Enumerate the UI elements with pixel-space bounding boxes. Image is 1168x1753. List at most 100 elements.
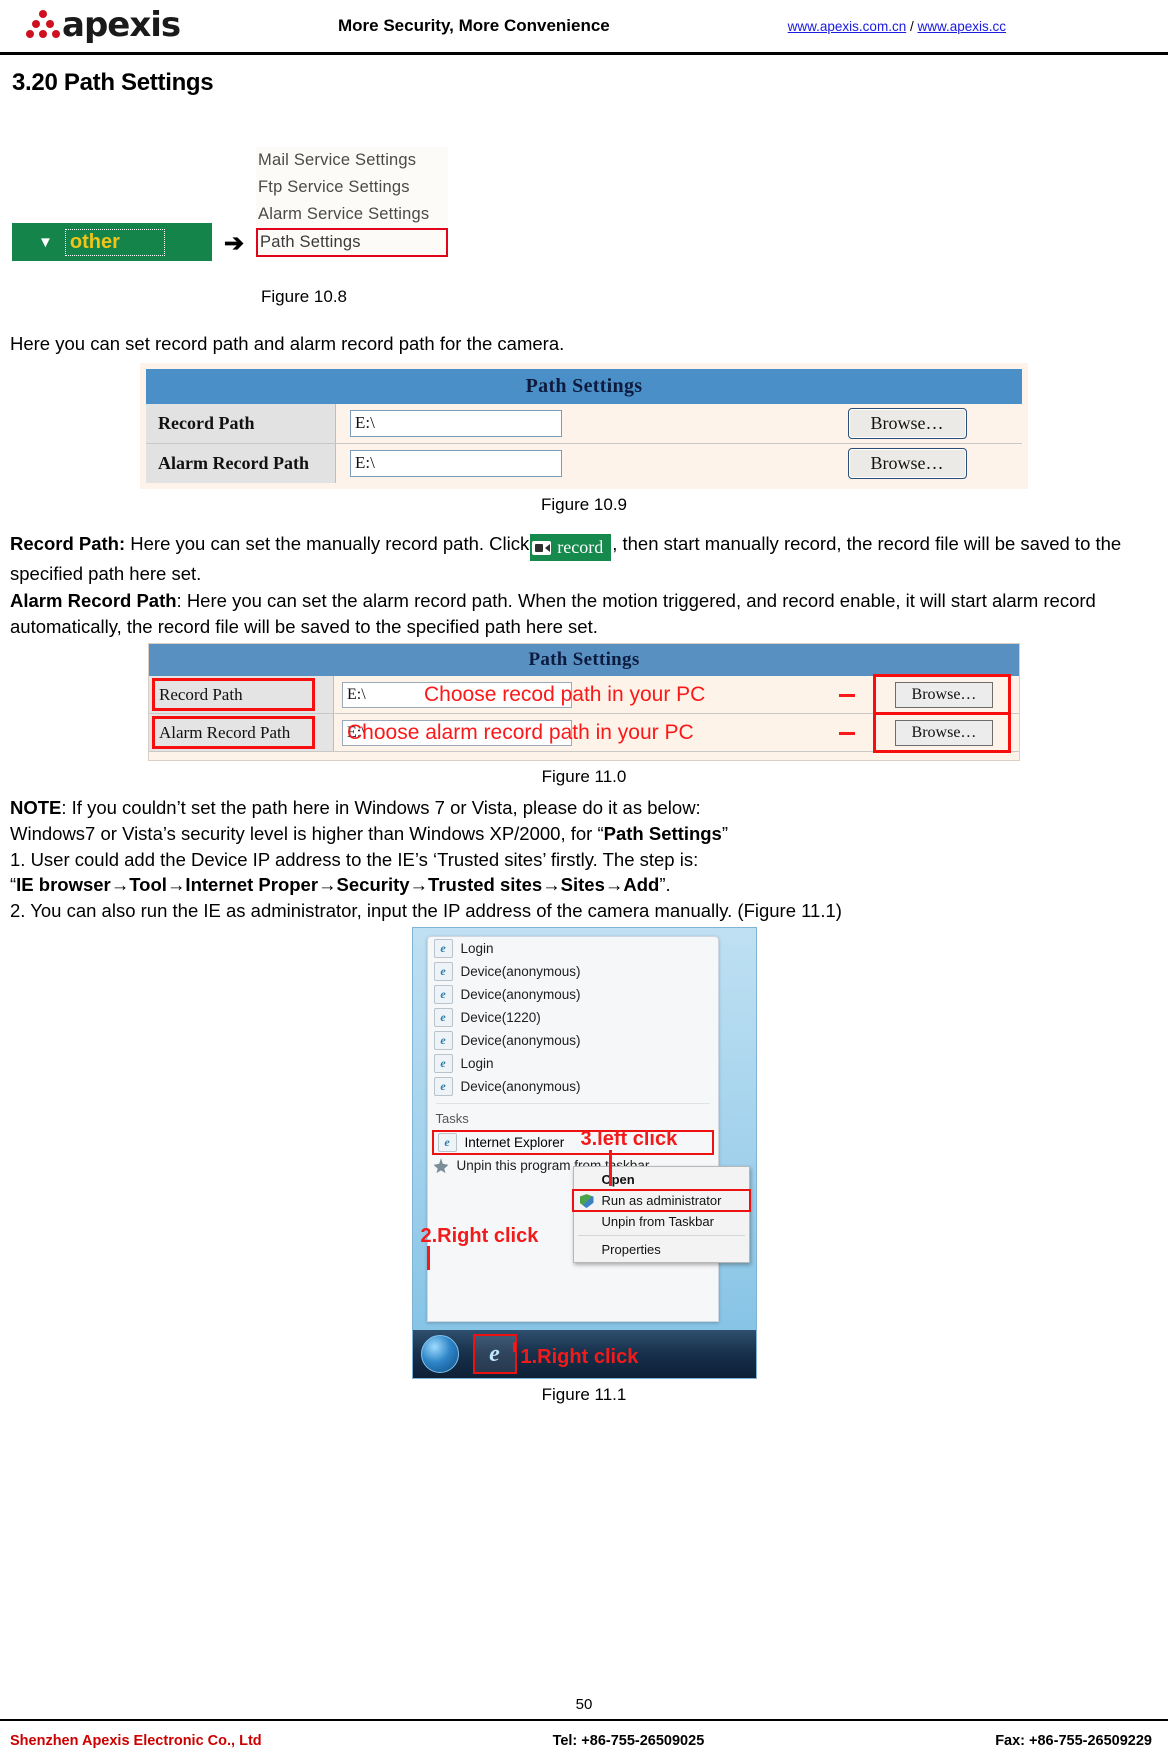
note-label: NOTE: [10, 797, 62, 819]
jumplist-item[interactable]: e Device(anonymous): [428, 960, 718, 983]
alarm-record-path-paragraph-label: Alarm Record Path: [10, 590, 177, 612]
internet-explorer-icon: e: [433, 1008, 453, 1028]
footer-tel: Tel: +86-755-26509025: [552, 1733, 705, 1749]
annotated-record-path-browse-button[interactable]: Browse…: [894, 681, 994, 708]
annotated-alarm-record-path-mid: [582, 714, 869, 751]
note-line-2-bold: Path Settings: [603, 823, 722, 844]
jumplist-item-label: Login: [460, 1056, 494, 1072]
annotated-record-path-input[interactable]: [342, 681, 572, 708]
jumplist-item[interactable]: e Device(anonymous): [428, 1029, 718, 1052]
record-path-row: Record Path Browse…: [146, 403, 1022, 444]
jumplist-item[interactable]: e Login: [428, 937, 718, 960]
other-tab-label: other: [64, 228, 165, 256]
context-menu-item-unpin-from-taskbar[interactable]: Unpin from Taskbar: [574, 1211, 749, 1232]
internet-explorer-icon: e: [433, 962, 453, 982]
internet-explorer-icon: e: [433, 939, 453, 959]
jumplist-item[interactable]: e Device(anonymous): [428, 983, 718, 1006]
internet-explorer-icon: e: [433, 1054, 453, 1074]
page-content: 3.20 Path Settings ▼ other ➔ Mail Servic…: [0, 69, 1168, 1405]
record-badge-label: record: [557, 537, 604, 558]
menu-item-path-settings[interactable]: Path Settings: [256, 228, 448, 257]
context-menu-item-open[interactable]: Open: [574, 1169, 749, 1190]
menu-item-mail-service-settings[interactable]: Mail Service Settings: [256, 147, 448, 174]
annotated-alarm-record-path-input[interactable]: [342, 719, 572, 746]
record-path-input[interactable]: [350, 409, 562, 437]
record-button-badge[interactable]: record: [530, 534, 612, 561]
footer-company: Shenzhen Apexis Electronic Co., Ltd: [10, 1733, 262, 1749]
internet-explorer-icon: e: [433, 1031, 453, 1051]
context-menu-item-run-as-administrator[interactable]: Run as administrator: [571, 1189, 751, 1213]
alarm-record-path-row: Alarm Record Path Browse…: [146, 443, 1022, 483]
note-line-3: 1. User could add the Device IP address …: [10, 848, 699, 870]
record-path-paragraph: Record Path: Here you can set the manual…: [10, 531, 1162, 587]
note-line-5: 2. You can also run the IE as administra…: [10, 899, 842, 921]
taskbar-internet-explorer-icon[interactable]: e: [472, 1334, 517, 1375]
note-line-2-a: Windows7 or Vista’s security level is hi…: [10, 823, 604, 844]
annotated-alarm-record-path-label-text: Alarm Record Path: [159, 722, 291, 742]
jumplist-item[interactable]: e Login: [428, 1052, 718, 1075]
logo-dots-icon: [26, 9, 60, 43]
jumplist-item-label: Device(anonymous): [460, 1079, 581, 1095]
note-line-1-text: : If you couldn’t set the path here in W…: [61, 797, 701, 819]
figure-11-1: e Login e Device(anonymous) e Device(ano…: [411, 927, 757, 1380]
note-line-4: “IE browser→Tool→Internet Proper→Securit…: [10, 872, 1162, 898]
record-path-browse-button[interactable]: Browse…: [847, 407, 967, 439]
logo-wordmark: apexis: [62, 5, 181, 45]
annotation-leader-line: [426, 1246, 430, 1271]
figure-10-9-caption: Figure 10.9: [541, 494, 627, 514]
annotated-path-settings-panel: Path Settings Record Path Browse… Choose…: [148, 643, 1020, 762]
alarm-record-path-input[interactable]: [350, 449, 562, 477]
page-header: apexis More Security, More Convenience w…: [0, 0, 1168, 52]
alarm-record-path-label: Alarm Record Path: [146, 443, 336, 483]
note-line-2-b: ”: [721, 823, 729, 844]
figure-10-8-caption: Figure 10.8: [261, 287, 347, 306]
annotated-record-path-input-cell: [334, 676, 582, 713]
annotation-leader-line: [608, 1150, 612, 1187]
chevron-down-icon: ▼: [38, 233, 53, 251]
other-tab-button[interactable]: ▼ other: [12, 223, 212, 261]
arrow-right-icon: ➔: [224, 230, 245, 257]
record-path-browse-wrap: Browse…: [792, 407, 1022, 439]
annotation-leader-line: [512, 1342, 516, 1353]
header-tagline: More Security, More Convenience: [338, 16, 610, 35]
link-apexis-cc[interactable]: www.apexis.cc: [917, 19, 1006, 34]
page-title: 3.20 Path Settings: [12, 69, 214, 96]
link-apexis-com-cn[interactable]: www.apexis.com.cn: [788, 19, 907, 34]
jumplist-item[interactable]: e Device(anonymous): [428, 1075, 718, 1098]
jumplist-tasks-label: Tasks: [435, 1111, 469, 1127]
header-links: www.apexis.com.cn / www.apexis.cc: [788, 19, 1006, 34]
page-footer: Shenzhen Apexis Electronic Co., Ltd Tel:…: [0, 1733, 1168, 1749]
path-settings-panel-title: Path Settings: [146, 368, 1022, 404]
note-line-1: NOTE: If you couldn’t set the path here …: [10, 795, 1162, 821]
footer-divider: [0, 1719, 1168, 1721]
annotated-panel-title: Path Settings: [149, 644, 1019, 677]
intro-paragraph: Here you can set record path and alarm r…: [10, 333, 565, 354]
annotated-alarm-record-path-label: Alarm Record Path: [149, 714, 334, 752]
record-path-paragraph-label: Record Path:: [10, 532, 126, 554]
figure-10-8: ▼ other ➔ Mail Service Settings Ftp Serv…: [6, 131, 1162, 281]
jumplist-item-label: Device(1220): [460, 1010, 541, 1026]
alarm-record-path-browse-wrap: Browse…: [792, 447, 1022, 479]
menu-item-alarm-service-settings[interactable]: Alarm Service Settings: [256, 201, 448, 228]
jumplist-item-label: Device(anonymous): [460, 987, 581, 1003]
record-path-label: Record Path: [146, 403, 336, 443]
alarm-record-path-input-wrap: [336, 445, 640, 482]
jumplist-item[interactable]: e Device(1220): [428, 1006, 718, 1029]
start-button-icon[interactable]: [420, 1335, 459, 1374]
annotation-3-left-click: 3.left click: [580, 1128, 678, 1151]
red-highlight-box: [571, 1189, 751, 1213]
note-line-2: Windows7 or Vista’s security level is hi…: [10, 821, 1162, 847]
annotated-alarm-record-path-browse-cell: Browse…: [869, 712, 1019, 754]
alarm-record-path-paragraph: Alarm Record Path: Here you can set the …: [10, 588, 1162, 639]
internet-explorer-icon: e: [433, 1077, 453, 1097]
annotated-alarm-record-path-browse-button[interactable]: Browse…: [894, 719, 994, 746]
menu-item-ftp-service-settings[interactable]: Ftp Service Settings: [256, 174, 448, 201]
annotated-alarm-record-path-row: Alarm Record Path Browse… Choose alarm r…: [149, 712, 1019, 754]
figure-11-1-caption: Figure 11.1: [541, 1385, 627, 1405]
jumplist-divider: [435, 1103, 710, 1105]
link-separator: /: [906, 18, 918, 34]
alarm-record-path-browse-button[interactable]: Browse…: [847, 447, 967, 479]
context-menu-item-properties[interactable]: Properties: [574, 1239, 749, 1260]
annotated-record-path-mid: [582, 676, 869, 713]
jumplist-item-label: Login: [460, 941, 494, 957]
